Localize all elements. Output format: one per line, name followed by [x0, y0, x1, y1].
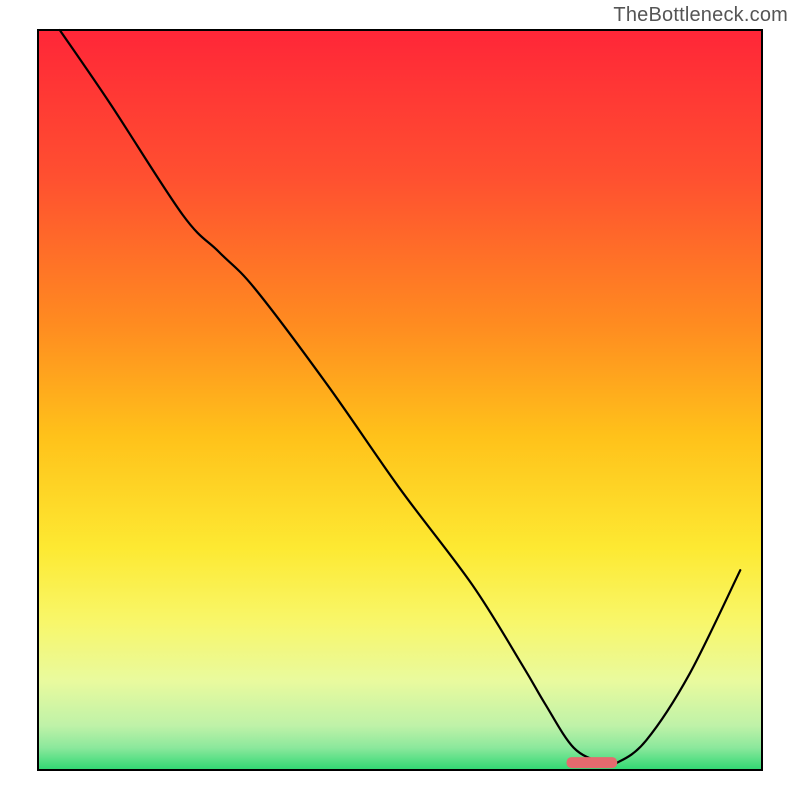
plot-background — [38, 30, 762, 770]
optimum-marker — [567, 757, 618, 768]
bottleneck-chart — [0, 0, 800, 800]
chart-container: { "watermark": "TheBottleneck.com", "cha… — [0, 0, 800, 800]
